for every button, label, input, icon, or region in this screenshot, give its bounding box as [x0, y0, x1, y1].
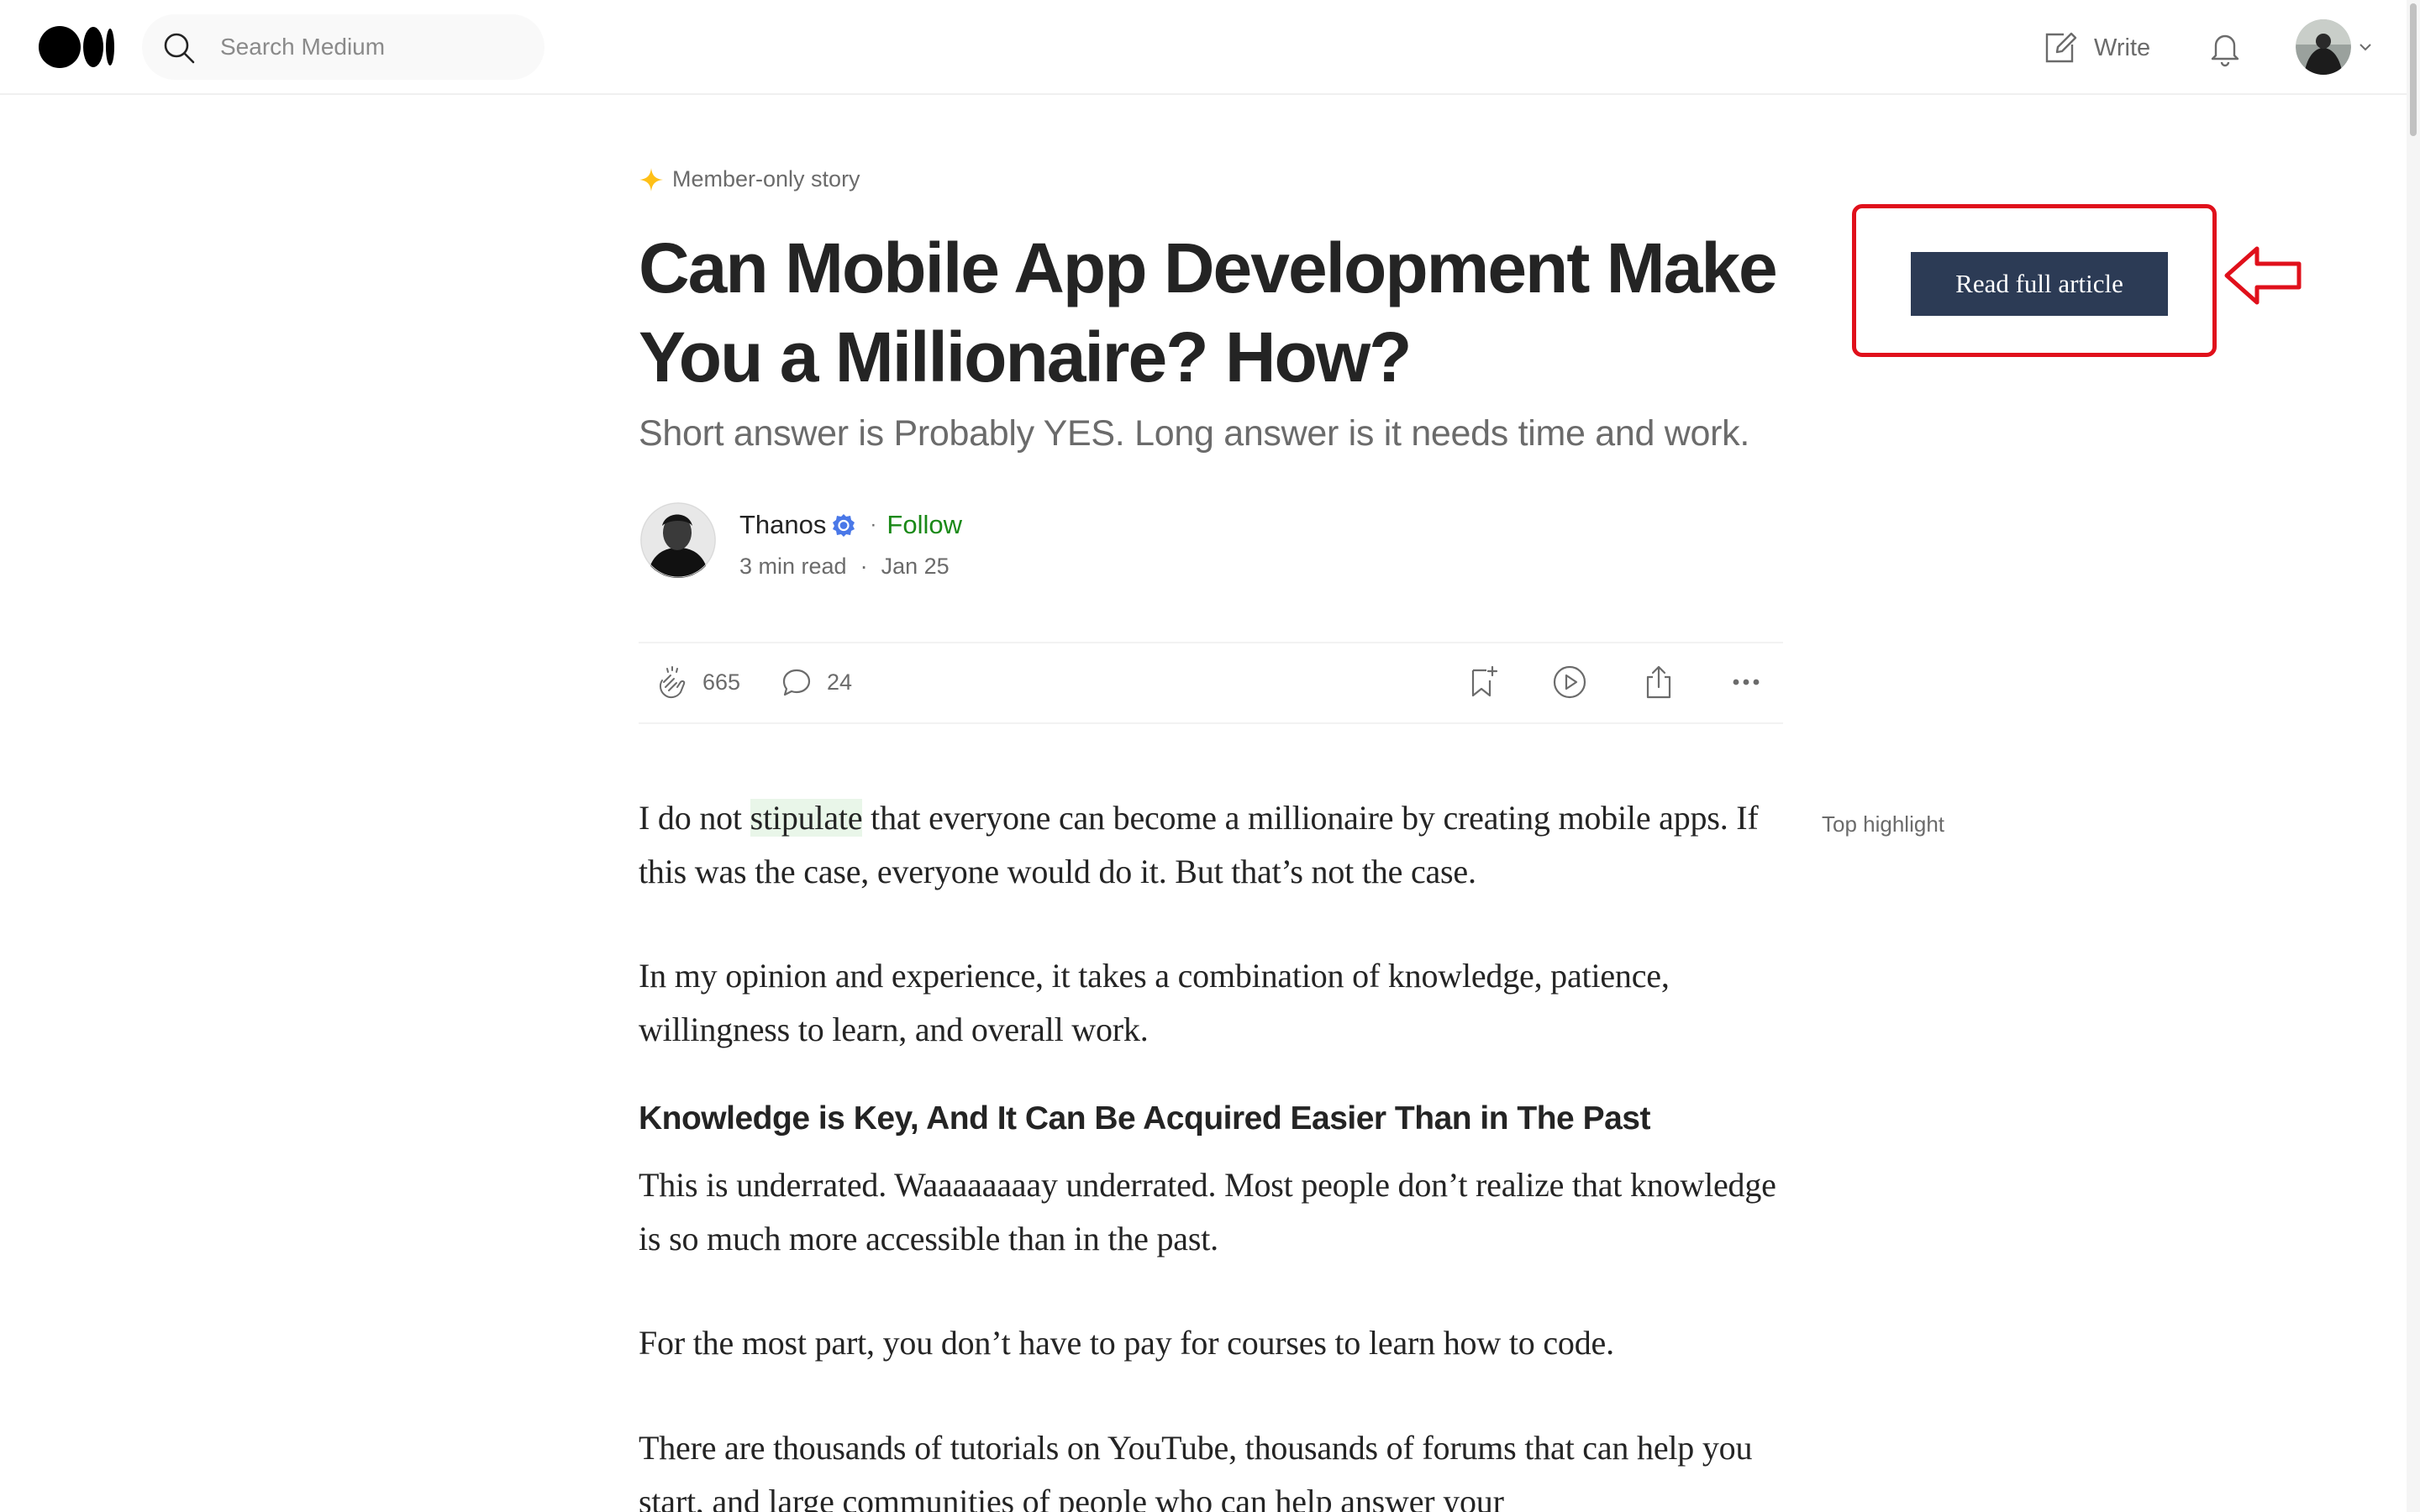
listen-button[interactable] — [1551, 664, 1588, 701]
notifications-bell-icon[interactable] — [2206, 29, 2244, 67]
author-separator: · — [870, 513, 877, 536]
medium-logo-icon[interactable] — [39, 25, 116, 69]
author-line: Thanos · Follow — [739, 510, 962, 540]
search-box[interactable] — [142, 14, 544, 80]
bookmark-add-icon — [1471, 665, 1498, 697]
save-bookmark-button[interactable] — [1464, 664, 1501, 701]
search-icon — [164, 33, 195, 64]
follow-button[interactable]: Follow — [886, 510, 962, 540]
write-label: Write — [2094, 34, 2151, 61]
member-only-label: Member-only story — [672, 166, 860, 192]
article-subtitle: Short answer is Probably YES. Long answe… — [639, 413, 1750, 454]
arrow-left-icon — [2224, 246, 2302, 305]
comment-bubble-icon — [782, 669, 811, 696]
clap-count: 665 — [702, 669, 741, 695]
paragraph-2: In my opinion and experience, it takes a… — [639, 957, 1670, 1048]
member-only-badge: Member-only story — [639, 166, 860, 192]
top-navigation-bar: Write — [0, 0, 2420, 95]
author-name[interactable]: Thanos — [739, 510, 826, 540]
chevron-down-icon — [2360, 44, 2371, 51]
highlighted-word[interactable]: stipulate — [750, 799, 863, 837]
sparkle-star-icon — [639, 167, 663, 192]
share-upload-icon — [1646, 665, 1671, 699]
play-circle-icon — [1553, 665, 1586, 699]
scrollbar-thumb[interactable] — [2410, 3, 2417, 136]
response-count: 24 — [827, 669, 853, 695]
read-full-article-button[interactable]: Read full article — [1911, 252, 2168, 316]
clap-hands-icon — [659, 666, 686, 699]
top-highlight-label: Top highlight — [1822, 811, 1944, 837]
more-options-button[interactable] — [1728, 664, 1765, 701]
article-action-bar: 665 24 — [639, 642, 1783, 724]
share-button[interactable] — [1640, 664, 1677, 701]
publish-date: Jan 25 — [881, 554, 950, 579]
section-heading: Knowledge is Key, And It Can Be Acquired… — [639, 1100, 1650, 1137]
paragraph-1-start: I do not — [639, 799, 750, 837]
clap-button[interactable]: 665 — [654, 664, 740, 701]
read-time: 3 min read — [739, 554, 847, 579]
verified-badge-icon — [833, 514, 855, 537]
article-meta: 3 min read · Jan 25 — [739, 554, 950, 580]
paragraph-3: This is underrated. Waaaaaaaay underrate… — [639, 1166, 1776, 1257]
paragraph-1: I do not stipulate that everyone can bec… — [639, 791, 1790, 899]
paragraph-4: For the most part, you don’t have to pay… — [639, 1324, 1614, 1362]
scrollbar-track[interactable] — [2407, 0, 2420, 1512]
paragraph-5: There are thousands of tutorials on YouT… — [639, 1429, 1753, 1512]
more-dots-icon — [1733, 679, 1760, 685]
write-button[interactable]: Write — [2042, 25, 2150, 71]
author-avatar[interactable] — [640, 502, 716, 578]
edit-pencil-icon — [2045, 32, 2077, 63]
responses-button[interactable]: 24 — [778, 664, 852, 701]
user-menu[interactable] — [2296, 19, 2373, 75]
article-title: Can Mobile App Development Make You a Mi… — [639, 228, 1778, 396]
meta-separator: · — [860, 554, 868, 579]
search-input[interactable] — [220, 29, 523, 65]
user-avatar — [2296, 19, 2351, 75]
